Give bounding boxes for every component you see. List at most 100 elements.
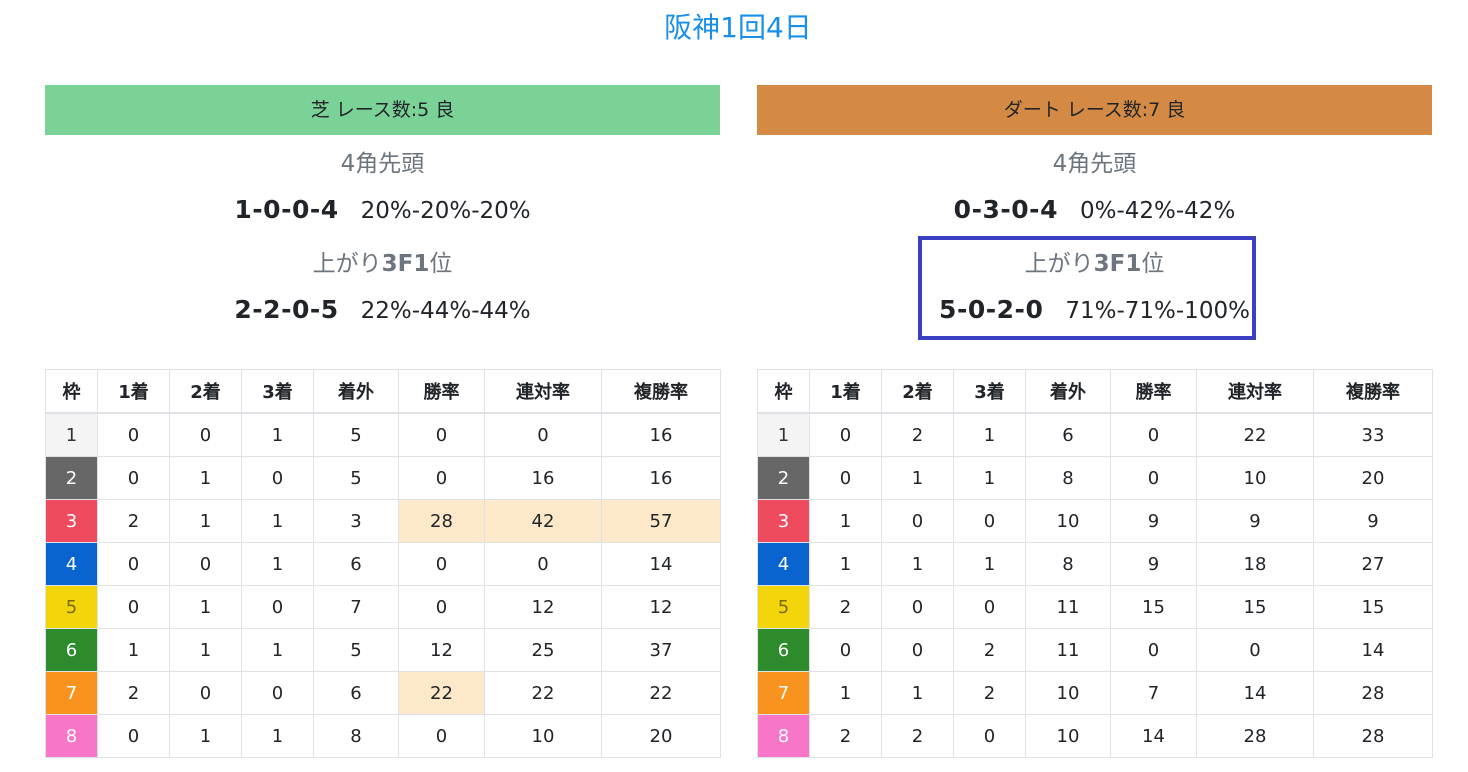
table-row: 5 0 1 0 7 0 12 12: [45, 585, 721, 629]
table-row: 6 0 0 2 11 0 0 14: [757, 628, 1433, 672]
stat-cell: 2: [881, 412, 954, 457]
stat-cell: 0: [484, 542, 602, 586]
frame-number-cell: 3: [45, 499, 98, 543]
table-header-row: 枠 1着 2着 3着 着外 勝率 連対率 複勝率: [757, 369, 1433, 414]
frame-number-cell: 1: [45, 412, 98, 457]
stat-cell: 28: [398, 499, 485, 543]
stat-cell: 0: [241, 671, 314, 715]
frame-number-cell: 2: [45, 456, 98, 500]
stat-cell: 0: [241, 585, 314, 629]
column-header: 複勝率: [601, 369, 721, 414]
stat-cell: 8: [313, 714, 399, 758]
frame-number-cell: 4: [45, 542, 98, 586]
stat-cell: 20: [1313, 456, 1433, 500]
stat-cell: 1: [169, 585, 242, 629]
stat-cell: 6: [313, 542, 399, 586]
stat-cell: 0: [881, 499, 954, 543]
stat-cell: 28: [1196, 714, 1314, 758]
corner-lead-stats: 4角先頭 1-0-0-4 20%-20%-20%: [45, 135, 720, 224]
stat-cell: 2: [809, 714, 882, 758]
stat-cell: 10: [1025, 714, 1111, 758]
stat-cell: 22: [398, 671, 485, 715]
stat-cell: 1: [241, 542, 314, 586]
stat-cell: 0: [169, 542, 242, 586]
stat-cell: 5: [313, 456, 399, 500]
frame-number-cell: 4: [757, 542, 810, 586]
stat-cell: 5: [313, 628, 399, 672]
stat-cell: 0: [1110, 412, 1197, 457]
frame-number-cell: 5: [45, 585, 98, 629]
stat-cell: 0: [881, 628, 954, 672]
stat-cell: 9: [1110, 499, 1197, 543]
corner-lead-stats: 4角先頭 0-3-0-4 0%-42%-42%: [757, 135, 1432, 224]
frame-number-cell: 6: [757, 628, 810, 672]
table-row: 4 1 1 1 8 9 18 27: [757, 542, 1433, 586]
stat-cell: 22: [1196, 412, 1314, 457]
table-row: 4 0 0 1 6 0 0 14: [45, 542, 721, 586]
stat-cell: 0: [398, 412, 485, 457]
stat-cell: 0: [398, 542, 485, 586]
stat-cell: 11: [1025, 628, 1111, 672]
column-header: 1着: [97, 369, 170, 414]
stat-cell: 16: [601, 456, 721, 500]
stat-cell: 15: [1313, 585, 1433, 629]
stat-cell: 2: [97, 499, 170, 543]
stat-cell: 3: [313, 499, 399, 543]
stat-cell: 28: [1313, 671, 1433, 715]
column-header: 枠: [757, 369, 810, 414]
stat-cell: 8: [1025, 542, 1111, 586]
stat-cell: 1: [953, 456, 1026, 500]
last-3f-top-stats: 上がり3F1位 5-0-2-0 71%-71%-100%: [757, 221, 1432, 340]
stat-cell: 1: [953, 412, 1026, 457]
stat-cell: 0: [809, 456, 882, 500]
column-header: 2着: [881, 369, 954, 414]
table-row: 8 2 2 0 10 14 28 28: [757, 714, 1433, 758]
stat-cell: 1: [809, 542, 882, 586]
stat-cell: 7: [1110, 671, 1197, 715]
frame-number-cell: 3: [757, 499, 810, 543]
stat-cell: 0: [169, 412, 242, 457]
stat-cell: 0: [1196, 628, 1314, 672]
stat-cell: 1: [169, 499, 242, 543]
table-row: 1 0 0 1 5 0 0 16: [45, 412, 721, 457]
stat-cell: 16: [601, 412, 721, 457]
stat-cell: 0: [97, 456, 170, 500]
stat-cell: 14: [1110, 714, 1197, 758]
surface-header: 芝 レース数:5 良: [45, 85, 720, 135]
frame-number-cell: 7: [45, 671, 98, 715]
last-3f-top-label: 上がり3F1位: [312, 251, 453, 277]
table-row: 7 1 1 2 10 7 14 28: [757, 671, 1433, 715]
stat-cell: 27: [1313, 542, 1433, 586]
column-header: 3着: [953, 369, 1026, 414]
frame-stats-table: 枠 1着 2着 3着 着外 勝率 連対率 複勝率 1 0 0 1 5 0 0 16 2 0 1 0 5 0 16 16 3 2 1 1…: [45, 369, 721, 758]
stat-cell: 14: [1196, 671, 1314, 715]
frame-stats-table: 枠 1着 2着 3着 着外 勝率 連対率 複勝率 1 0 2 1 6 0 22 33 2 0 1 1 8 0 10 20 3 1 0…: [757, 369, 1433, 758]
stat-cell: 1: [241, 714, 314, 758]
last-3f-top-record: 2-2-0-5: [234, 295, 339, 324]
table-row: 8 0 1 1 8 0 10 20: [45, 714, 721, 758]
surface-header: ダート レース数:7 良: [757, 85, 1432, 135]
stat-cell: 0: [809, 412, 882, 457]
corner-lead-record: 1-0-0-4: [234, 195, 339, 224]
column-header: 勝率: [1110, 369, 1197, 414]
corner-lead-label: 4角先頭: [1052, 151, 1137, 177]
stat-cell: 15: [1110, 585, 1197, 629]
stat-cell: 25: [484, 628, 602, 672]
stat-cell: 1: [241, 628, 314, 672]
stat-cell: 1: [241, 499, 314, 543]
table-row: 7 2 0 0 6 22 22 22: [45, 671, 721, 715]
corner-lead-label: 4角先頭: [340, 151, 425, 177]
highlight-box: [918, 236, 1256, 340]
frame-number-cell: 5: [757, 585, 810, 629]
column-header: 勝率: [398, 369, 485, 414]
column-header: 連対率: [1196, 369, 1314, 414]
column-header: 着外: [313, 369, 399, 414]
table-row: 5 2 0 0 11 15 15 15: [757, 585, 1433, 629]
stat-cell: 0: [398, 714, 485, 758]
stat-cell: 0: [398, 456, 485, 500]
stat-cell: 6: [1025, 412, 1111, 457]
stat-cell: 0: [809, 628, 882, 672]
stat-cell: 2: [809, 585, 882, 629]
stat-cell: 1: [241, 412, 314, 457]
stat-cell: 0: [1110, 456, 1197, 500]
